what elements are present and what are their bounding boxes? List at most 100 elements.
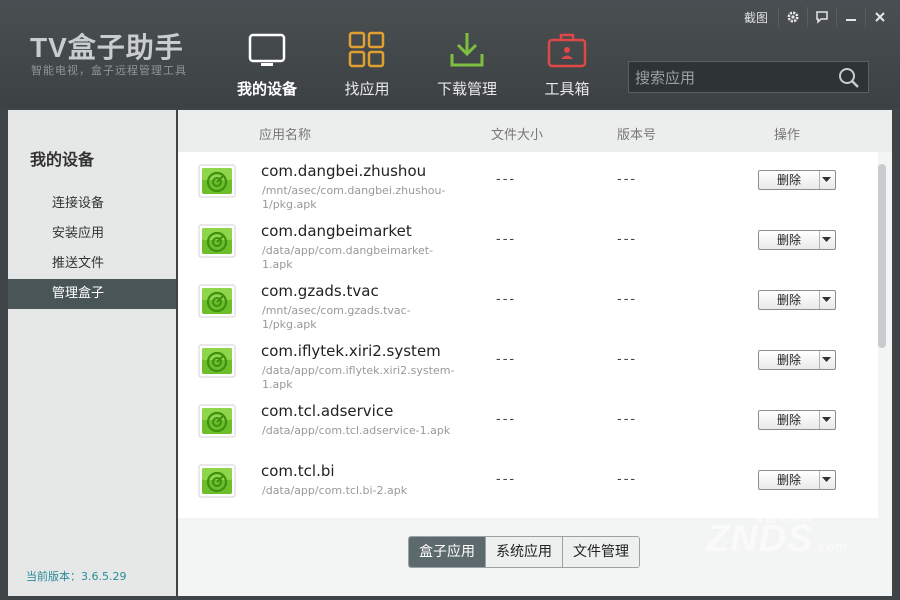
chevron-down-icon[interactable] [818,231,835,249]
nav-my-devices[interactable]: 我的设备 [222,30,312,99]
chat-bubble-icon [816,11,828,24]
search-box [628,61,869,94]
app-path: /mnt/asec/com.dangbei.zhushou-1/pkg.apk [262,184,446,211]
header-bar: TV盒子助手 智能电视，盒子远程管理工具 我的设备 找应用 下载管理 工具箱 搜… [0,0,900,108]
nav-label: 找应用 [344,80,390,98]
watermark-cn: 智能电视网 [754,514,814,525]
minimize-button[interactable] [836,7,865,27]
app-version: --- [617,412,638,427]
scrollbar-thumb[interactable] [878,164,886,348]
search-input[interactable] [629,62,837,94]
app-name: com.dangbei.zhushou [261,162,427,180]
toolbox-icon [545,30,589,70]
tab-file-manager[interactable]: 文件管理 [562,537,639,567]
app-version: --- [617,232,638,247]
feedback-button[interactable] [807,7,836,27]
app-name: com.tcl.adservice [261,402,394,420]
chevron-down-icon[interactable] [818,411,835,429]
android-app-icon [198,164,236,198]
android-app-icon [198,404,236,438]
close-icon [875,12,885,22]
tab-system-apps[interactable]: 系统应用 [485,537,562,567]
sidebar: 我的设备 连接设备 安装应用 推送文件 管理盒子 当前版本：3.6.5.29 [8,110,176,596]
close-button[interactable] [865,7,894,27]
delete-split-button: 删除 [758,290,836,310]
app-size: --- [496,412,517,427]
android-app-icon [198,284,236,318]
app-name: com.tcl.bi [261,462,335,480]
nav-label: 工具箱 [544,80,590,98]
search-icon[interactable] [838,67,860,93]
sidebar-title: 我的设备 [30,150,95,169]
znds-watermark: 智能电视网 ZNDS.com [706,514,848,561]
app-slogan: 智能电视，盒子远程管理工具 [31,64,187,77]
app-name: com.iflytek.xiri2.system [261,342,441,360]
app-name: com.gzads.tvac [261,282,379,300]
bottom-tabs: 盒子应用 系统应用 文件管理 [408,536,640,568]
app-path: /data/app/com.iflytek.xiri2.system-1.apk [262,364,455,391]
chevron-down-icon[interactable] [818,171,835,189]
android-app-icon [198,224,236,258]
app-list: com.dangbei.zhushou/mnt/asec/com.dangbei… [178,152,878,518]
column-header-name: 应用名称 [259,128,312,143]
app-path: /data/app/com.tcl.bi-2.apk [262,484,408,497]
android-app-icon [198,464,236,498]
delete-split-button: 删除 [758,350,836,370]
nav-toolbox[interactable]: 工具箱 [522,30,612,99]
window-controls: 截图 [744,6,894,28]
nav-label: 我的设备 [236,80,297,98]
delete-button[interactable]: 删除 [759,171,820,189]
nav-find-apps[interactable]: 找应用 [322,30,412,99]
minimize-icon [846,19,856,21]
app-name: com.dangbeimarket [261,222,412,240]
table-header: 应用名称 文件大小 版本号 操作 [178,110,892,152]
delete-split-button: 删除 [758,230,836,250]
sidebar-item-push-file[interactable]: 推送文件 [8,249,176,279]
grid-icon [345,30,389,70]
app-path: /mnt/asec/com.gzads.tvac-1/pkg.apk [262,304,411,331]
gear-icon [787,11,799,23]
table-row: com.tcl.bi/data/app/com.tcl.bi-2.apk --- -… [178,452,878,512]
chevron-down-icon[interactable] [818,351,835,369]
app-size: --- [496,472,517,487]
nav-label: 下载管理 [436,80,497,98]
tab-box-apps[interactable]: 盒子应用 [409,537,485,567]
tv-icon [245,30,289,70]
version-label: 当前版本：3.6.5.29 [26,570,127,583]
android-app-icon [198,344,236,378]
app-size: --- [496,172,517,187]
sidebar-item-install-app[interactable]: 安装应用 [8,219,176,249]
app-version: --- [617,292,638,307]
table-row: com.dangbeimarket/data/app/com.dangbeima… [178,212,878,272]
app-version: --- [617,172,638,187]
app-path: /data/app/com.tcl.adservice-1.apk [262,424,451,437]
screenshot-button[interactable]: 截图 [744,9,768,26]
delete-split-button: 删除 [758,410,836,430]
nav-download-manager[interactable]: 下载管理 [422,30,512,99]
delete-button[interactable]: 删除 [759,471,820,489]
table-row: com.gzads.tvac/mnt/asec/com.gzads.tvac-1… [178,272,878,332]
app-window: TV盒子助手 智能电视，盒子远程管理工具 我的设备 找应用 下载管理 工具箱 搜… [0,0,900,600]
column-header-action: 操作 [774,128,801,143]
settings-button[interactable] [778,7,807,27]
chevron-down-icon[interactable] [818,291,835,309]
table-row: com.dangbei.zhushou/mnt/asec/com.dangbei… [178,152,878,212]
sidebar-item-manage-box[interactable]: 管理盒子 [8,279,176,309]
delete-button[interactable]: 删除 [759,231,820,249]
delete-button[interactable]: 删除 [759,411,820,429]
app-size: --- [496,232,517,247]
delete-button[interactable]: 删除 [759,351,820,369]
watermark-suffix: .com [813,539,848,554]
delete-split-button: 删除 [758,470,836,490]
table-row: com.iflytek.xiri2.system/data/app/com.if… [178,332,878,392]
chevron-down-icon[interactable] [818,471,835,489]
download-icon [445,30,489,70]
sidebar-item-connect-device[interactable]: 连接设备 [8,189,176,219]
app-version: --- [617,352,638,367]
column-header-size: 文件大小 [491,128,544,143]
app-size: --- [496,292,517,307]
app-size: --- [496,352,517,367]
app-logo: TV盒子助手 [30,32,184,63]
delete-button[interactable]: 删除 [759,291,820,309]
column-header-version: 版本号 [617,128,657,143]
